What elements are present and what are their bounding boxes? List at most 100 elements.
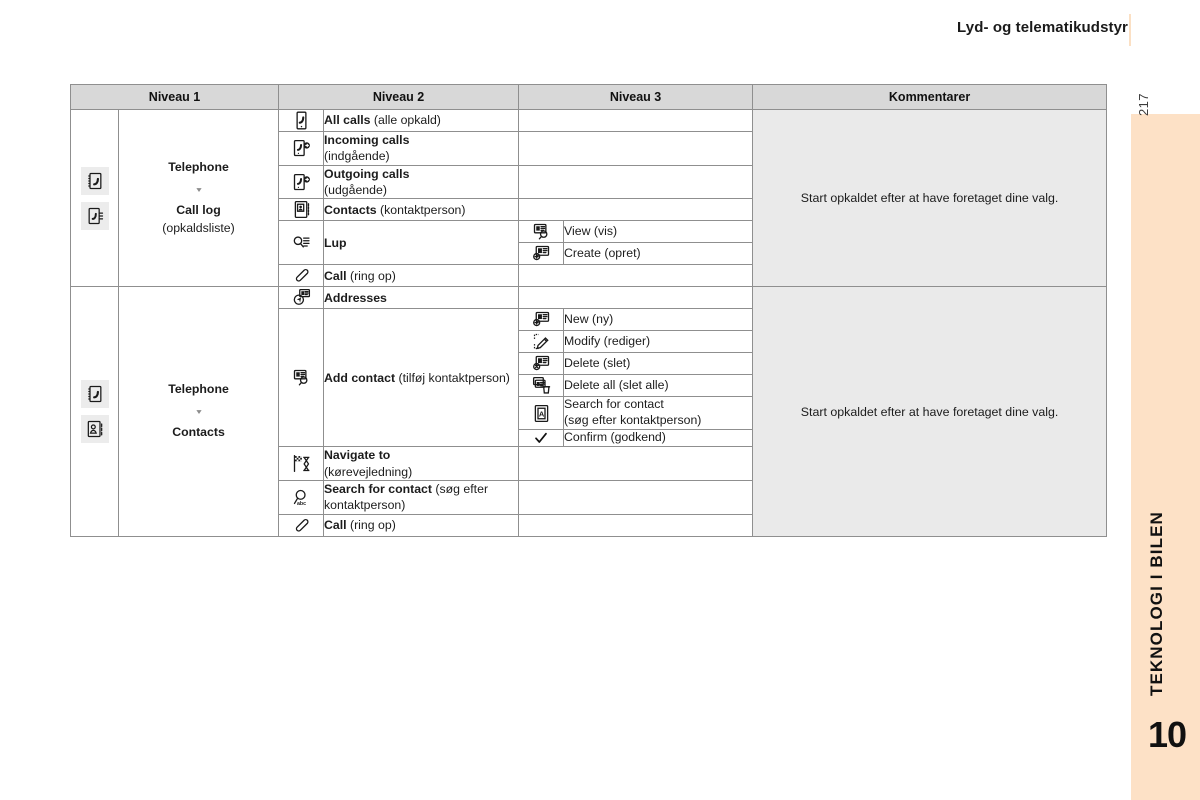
lup-icon [279, 232, 323, 253]
niveau3-empty-cell [518, 446, 754, 482]
niveau3-label: New (ny) [564, 311, 614, 326]
search-abc-icon: abc [279, 487, 323, 508]
niveau3-icon-cell [518, 374, 565, 398]
niveau2-icon-cell [278, 286, 325, 310]
page-root: Lyd- og telematikudstyr 217 TEKNOLOGI I … [0, 0, 1200, 800]
niveau3-empty-cell [518, 164, 754, 200]
niveau2-label-cell: Call (ring op) [323, 264, 520, 288]
niveau3-empty-cell [518, 513, 754, 537]
niveau2-label-cell: Addresses [323, 286, 520, 310]
niveau3-icon-cell: A [518, 396, 565, 431]
niveau3-empty-cell [518, 131, 754, 166]
niveau1-label-cell: Telephone Contacts [117, 286, 280, 537]
niveau2-label-note: (tilføj kontaktperson) [395, 370, 510, 385]
col-header-niveau1: Niveau 1 [69, 84, 280, 110]
niveau3-icon-cell [518, 308, 565, 332]
contacts-icon [279, 199, 323, 220]
all-calls-icon [279, 110, 323, 131]
niveau3-label-cell: Create (opret) [563, 242, 754, 266]
comment-cell: Start opkaldet efter at have foretaget d… [752, 108, 1108, 288]
niveau3-label-cell: Search for contact (søg efter kontaktpers… [563, 396, 754, 431]
niveau2-label-bold: Call [324, 518, 347, 533]
table-header-row: Niveau 1 Niveau 2 Niveau 3 Kommentarer [69, 84, 1108, 110]
niveau3-icon-cell [518, 352, 565, 376]
niveau1-subtitle-note: (opkaldsliste) [162, 220, 235, 235]
niveau3-label: Delete all (slet alle) [564, 377, 669, 392]
niveau2-icon-cell [278, 513, 325, 537]
niveau2-label-bold: Contacts [324, 202, 377, 217]
niveau2-icon-cell [278, 446, 325, 482]
phonebook-icon [80, 166, 109, 195]
niveau3-empty-cell [518, 264, 754, 288]
niveau3-label-cell: Delete all (slet alle) [563, 374, 754, 398]
niveau2-label-bold: Lup [324, 235, 347, 250]
niveau2-icon-cell [278, 131, 325, 166]
niveau3-label: Confirm (godkend) [564, 430, 666, 445]
new-contact-icon [519, 309, 563, 330]
table-row: Telephone Call log (opkaldsliste) All call… [70, 108, 1108, 288]
niveau2-label-bold: Addresses [324, 290, 387, 305]
svg-text:abc: abc [296, 501, 305, 507]
niveau3-icon-cell [518, 429, 565, 448]
niveau2-icon-cell [278, 220, 325, 266]
modify-icon [519, 331, 563, 352]
niveau2-label-bold: Navigate to [324, 448, 391, 463]
niveau1-subtitle: Call log [176, 202, 221, 217]
niveau2-label-cell: Navigate to (kørevejledning) [323, 446, 520, 482]
niveau2-label-note: (alle opkald) [370, 113, 441, 128]
niveau3-empty-cell [518, 198, 754, 222]
niveau3-label-cell: Delete (slet) [563, 352, 754, 376]
niveau2-icon-cell [278, 198, 325, 222]
contacts-book-icon [80, 415, 109, 444]
niveau2-label-note: (kørevejledning) [324, 464, 413, 479]
niveau2-label-cell: Incoming calls (indgående) [323, 131, 520, 166]
col-header-niveau2: Niveau 2 [278, 84, 520, 110]
table-row: Telephone Contacts Addresses Start opkald… [70, 286, 1108, 537]
addresses-icon [279, 287, 323, 308]
niveau2-icon-cell: abc [278, 480, 325, 515]
niveau2-label-cell: All calls (alle opkald) [323, 109, 520, 132]
niveau3-label-cell: New (ny) [563, 308, 754, 332]
niveau2-label-bold: Search for contact [324, 482, 432, 497]
niveau3-label: Delete (slet) [564, 355, 631, 370]
niveau3-icon-cell [518, 220, 565, 244]
create-contact-icon [519, 243, 563, 264]
chapter-title-vertical: TEKNOLOGI I BILEN [1147, 511, 1166, 696]
call-log-icon [80, 201, 109, 230]
niveau3-label-cell: Modify (rediger) [563, 330, 754, 354]
niveau1-icons-cell [70, 286, 119, 537]
handset-icon [279, 265, 323, 286]
handset-icon [279, 515, 323, 536]
outgoing-calls-icon [279, 172, 323, 193]
menu-structure-table: Niveau 1 Niveau 2 Niveau 3 Kommentarer T… [69, 84, 1108, 537]
niveau1-label-cell: Telephone Call log (opkaldsliste) [117, 108, 280, 288]
niveau2-label-cell: Contacts (kontaktperson) [323, 198, 520, 222]
svg-text:A: A [538, 409, 544, 418]
down-arrow-icon [192, 402, 206, 422]
niveau1-icons-cell [70, 108, 119, 288]
chapter-number: 10 [1148, 714, 1187, 755]
niveau2-label-note: (kontaktperson) [376, 202, 466, 217]
niveau3-empty-cell [518, 109, 754, 132]
niveau2-label-cell: Search for contact (søg efter kontaktper… [323, 480, 520, 515]
niveau2-label-note: (indgående) [324, 149, 390, 164]
page-number: 217 [1136, 93, 1151, 116]
view-contact-icon [519, 221, 563, 242]
niveau3-label: View (vis) [564, 223, 618, 238]
table-body: Telephone Call log (opkaldsliste) All call… [70, 108, 1108, 537]
niveau2-label-bold: Outgoing calls [324, 166, 410, 181]
delete-all-icon [519, 375, 563, 396]
incoming-calls-icon [279, 138, 323, 159]
check-icon [519, 430, 563, 446]
niveau2-label-bold: Call [324, 268, 347, 283]
add-contact-icon [279, 367, 323, 388]
niveau1-subtitle: Contacts [172, 424, 225, 439]
niveau3-label: Create (opret) [564, 245, 641, 260]
niveau2-icon-cell [278, 164, 325, 200]
navigate-to-icon [279, 453, 323, 474]
comment-text: Start opkaldet efter at have foretaget d… [800, 404, 1059, 419]
comment-cell: Start opkaldet efter at have foretaget d… [752, 286, 1108, 537]
niveau2-label-note: (ring op) [346, 518, 396, 533]
niveau3-icon-cell [518, 330, 565, 354]
niveau3-label-cell: View (vis) [563, 220, 754, 244]
